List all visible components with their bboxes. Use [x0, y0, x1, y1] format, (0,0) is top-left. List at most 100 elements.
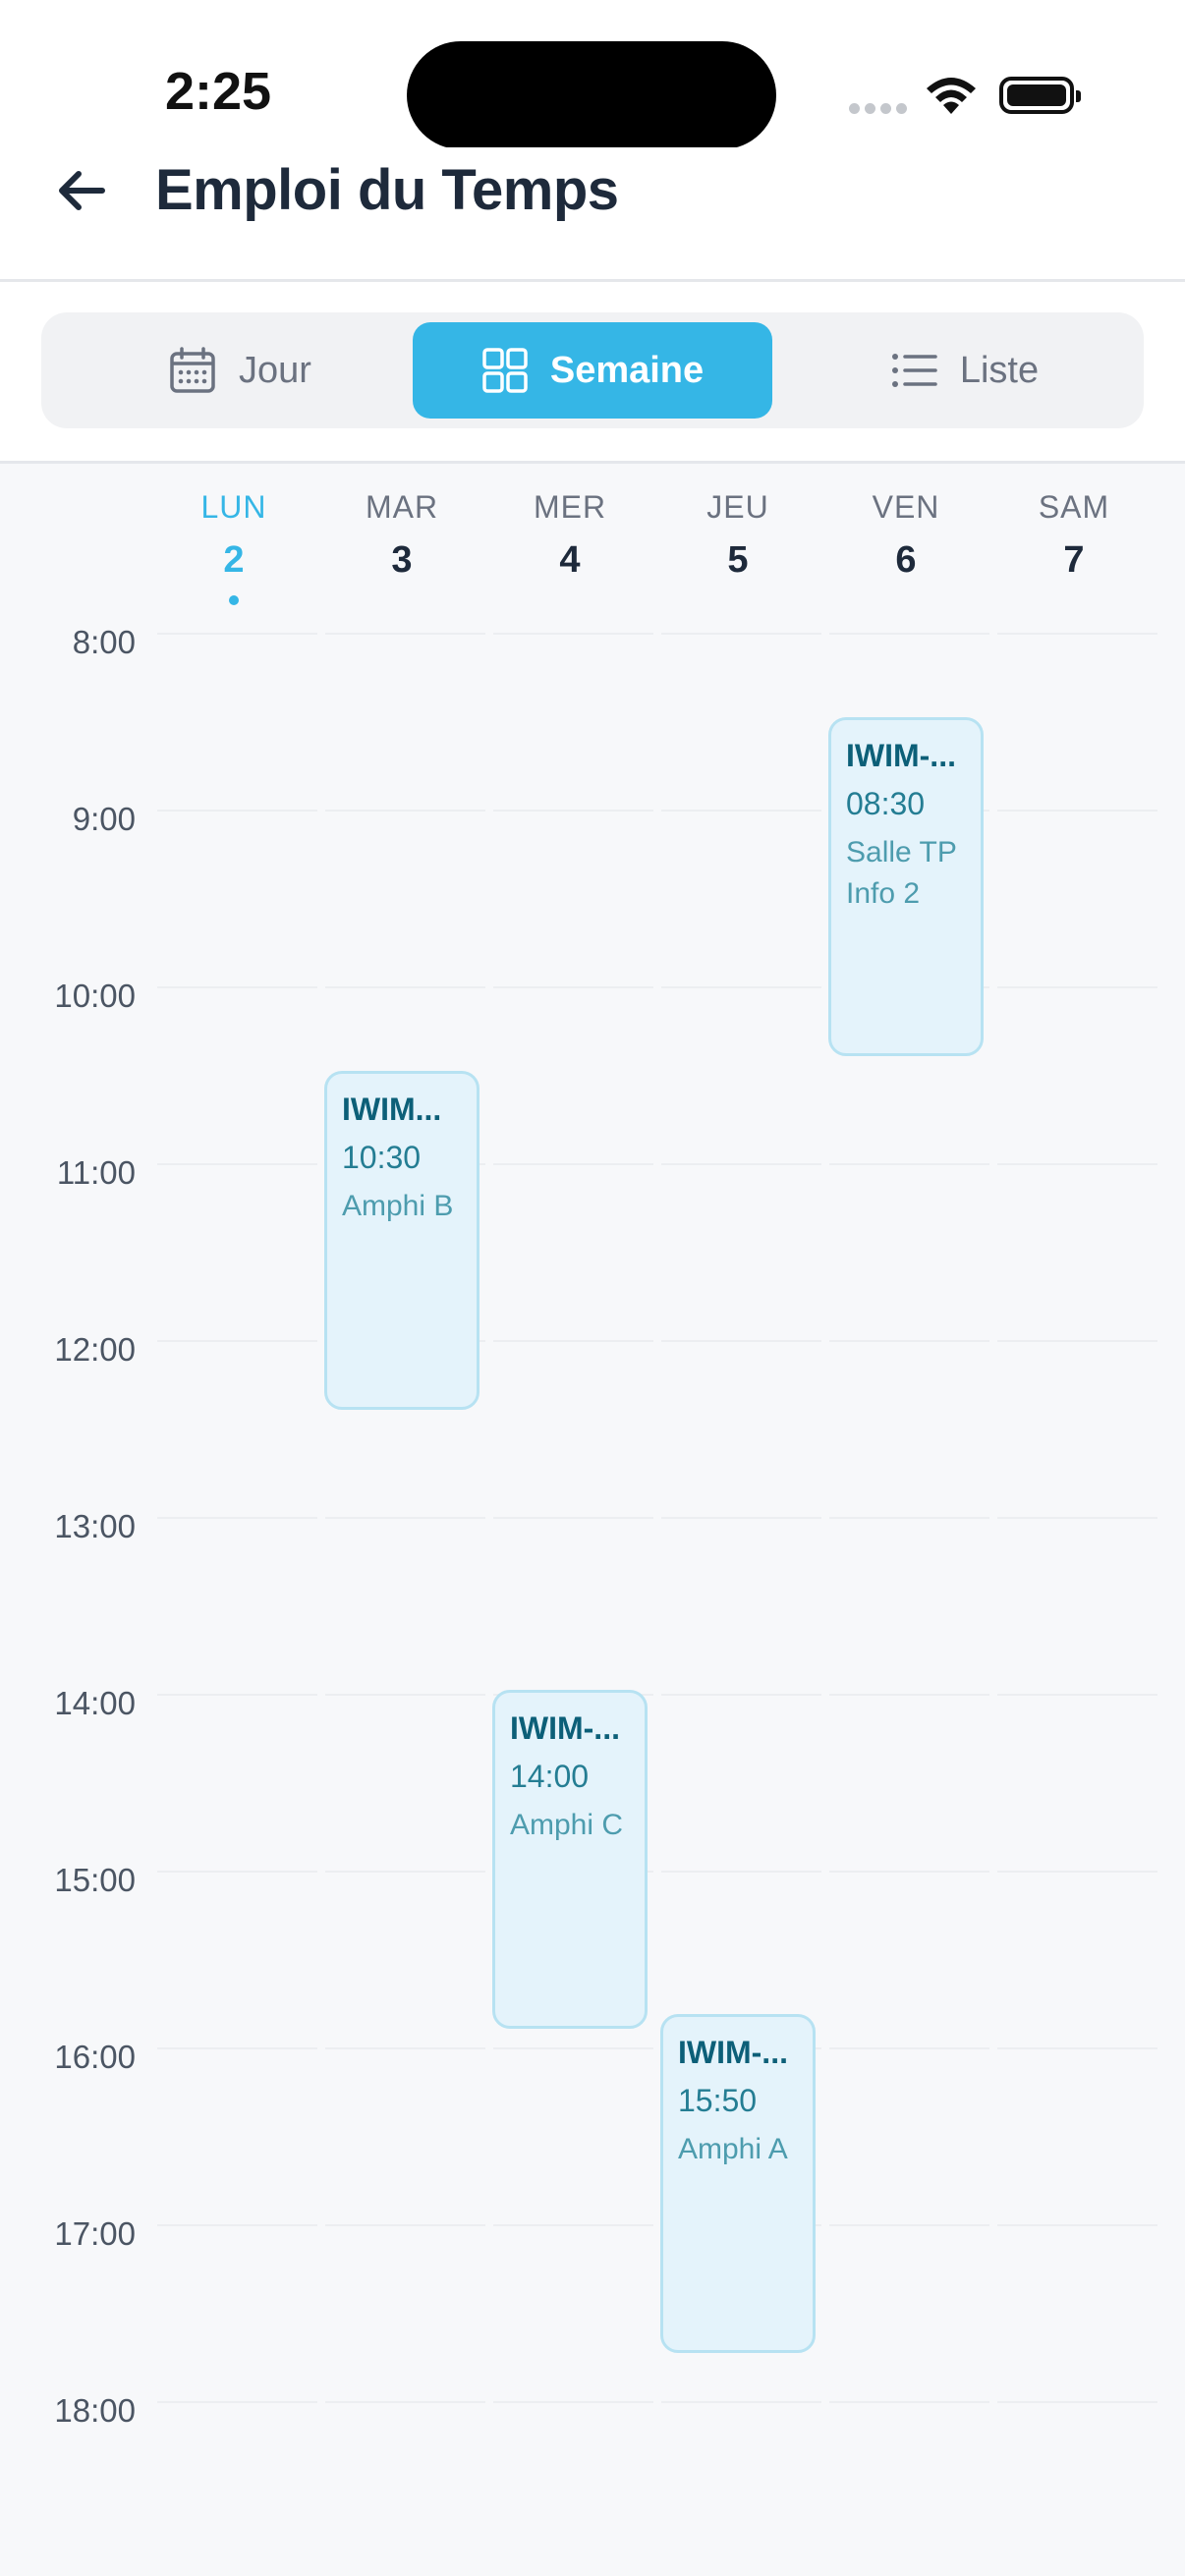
course-event[interactable]: IWIM... 10:30 Amphi B — [324, 1071, 480, 1410]
grid-line — [997, 1340, 1157, 1342]
grid-line — [997, 810, 1157, 812]
grid-line — [493, 1340, 653, 1342]
grid-line — [661, 633, 821, 635]
event-time: 15:50 — [678, 2083, 758, 2118]
calendar-icon — [170, 347, 215, 393]
grid-line — [157, 2401, 317, 2403]
grid-line — [493, 2224, 653, 2226]
view-option-jour[interactable]: Jour — [92, 322, 387, 419]
hour-label: 17:00 — [54, 2215, 136, 2252]
grid-line — [997, 2047, 1157, 2049]
grid-line — [997, 1517, 1157, 1519]
page-title: Emploi du Temps — [155, 158, 619, 222]
day-header-mar[interactable]: MAR 3 — [323, 489, 480, 582]
view-switcher: Jour Semaine Liste — [41, 312, 1144, 428]
grid-line — [157, 810, 317, 812]
grid-line — [829, 2047, 989, 2049]
grid-line — [157, 1340, 317, 1342]
day-name: SAM — [1038, 489, 1110, 525]
day-header-jeu[interactable]: JEU 5 — [659, 489, 817, 582]
grid-line — [493, 986, 653, 988]
hour-label: 18:00 — [54, 2392, 136, 2429]
grid-line — [157, 1871, 317, 1873]
grid-line — [661, 1694, 821, 1696]
grid-line — [997, 986, 1157, 988]
wifi-icon — [927, 78, 976, 114]
cellular-signal-icon — [849, 101, 912, 119]
battery-icon — [999, 77, 1081, 114]
course-event[interactable]: IWIM-... 15:50 Amphi A — [660, 2014, 816, 2353]
grid-line — [157, 1517, 317, 1519]
grid-line — [829, 2224, 989, 2226]
view-option-liste[interactable]: Liste — [818, 322, 1112, 419]
hour-label: 13:00 — [54, 1508, 136, 1544]
today-indicator — [229, 595, 239, 605]
hour-label: 8:00 — [72, 624, 136, 660]
back-arrow-icon[interactable] — [53, 162, 110, 219]
hour-label: 9:00 — [72, 801, 136, 837]
event-title: IWIM-... — [510, 1710, 620, 1746]
day-header-mer[interactable]: MER 4 — [491, 489, 649, 582]
grid-line — [829, 1694, 989, 1696]
grid-line — [325, 2224, 485, 2226]
grid-line — [661, 986, 821, 988]
grid-line — [661, 810, 821, 812]
day-name: MAR — [365, 489, 439, 525]
list-icon — [891, 354, 937, 387]
view-option-label: Liste — [959, 349, 1040, 391]
status-bar: 2:25 — [0, 0, 1185, 149]
day-name: JEU — [706, 489, 769, 525]
grid-line — [157, 986, 317, 988]
event-title: IWIM-... — [846, 738, 956, 773]
grid-line — [157, 2224, 317, 2226]
event-room: Amphi A — [678, 2133, 788, 2165]
day-number: 3 — [391, 539, 413, 581]
view-option-label: Semaine — [549, 349, 705, 391]
view-option-semaine[interactable]: Semaine — [413, 322, 772, 419]
grid-line — [493, 633, 653, 635]
event-time: 10:30 — [342, 1140, 422, 1175]
grid-icon — [482, 348, 528, 393]
grid-line — [997, 1871, 1157, 1873]
hour-label: 11:00 — [56, 1154, 136, 1191]
grid-line — [829, 1871, 989, 1873]
grid-line — [997, 2224, 1157, 2226]
day-header-ven[interactable]: VEN 6 — [827, 489, 985, 582]
grid-line — [493, 1517, 653, 1519]
grid-line — [325, 1517, 485, 1519]
day-name: LUN — [200, 489, 267, 525]
grid-line — [325, 2401, 485, 2403]
hour-label: 15:00 — [54, 1862, 136, 1898]
grid-line — [829, 1517, 989, 1519]
grid-line — [325, 810, 485, 812]
day-number: 2 — [223, 539, 245, 581]
day-header-sam[interactable]: SAM 7 — [995, 489, 1153, 582]
grid-line — [661, 1871, 821, 1873]
course-event[interactable]: IWIM-... 08:30 Salle TP Info 2 — [828, 717, 984, 1056]
event-room: Amphi C — [510, 1809, 624, 1841]
grid-line — [829, 1163, 989, 1165]
event-room: Amphi B — [342, 1190, 454, 1222]
day-number: 5 — [727, 539, 749, 581]
grid-line — [997, 2401, 1157, 2403]
grid-line — [829, 2401, 989, 2403]
course-event[interactable]: IWIM-... 14:00 Amphi C — [492, 1690, 648, 2029]
event-title: IWIM... — [342, 1092, 442, 1127]
view-option-label: Jour — [239, 349, 311, 391]
grid-line — [325, 986, 485, 988]
day-number: 6 — [895, 539, 917, 581]
grid-line — [325, 1871, 485, 1873]
grid-line — [829, 1340, 989, 1342]
grid-line — [157, 1163, 317, 1165]
grid-line — [997, 633, 1157, 635]
dynamic-island — [407, 41, 776, 149]
hour-label: 12:00 — [54, 1331, 136, 1368]
grid-line — [157, 2047, 317, 2049]
day-number: 4 — [559, 539, 581, 581]
hour-label: 10:00 — [54, 978, 136, 1014]
event-time: 14:00 — [510, 1759, 590, 1794]
day-header-lun[interactable]: LUN 2 — [155, 489, 312, 605]
status-time: 2:25 — [165, 62, 272, 121]
grid-line — [493, 810, 653, 812]
event-time: 08:30 — [846, 786, 926, 821]
